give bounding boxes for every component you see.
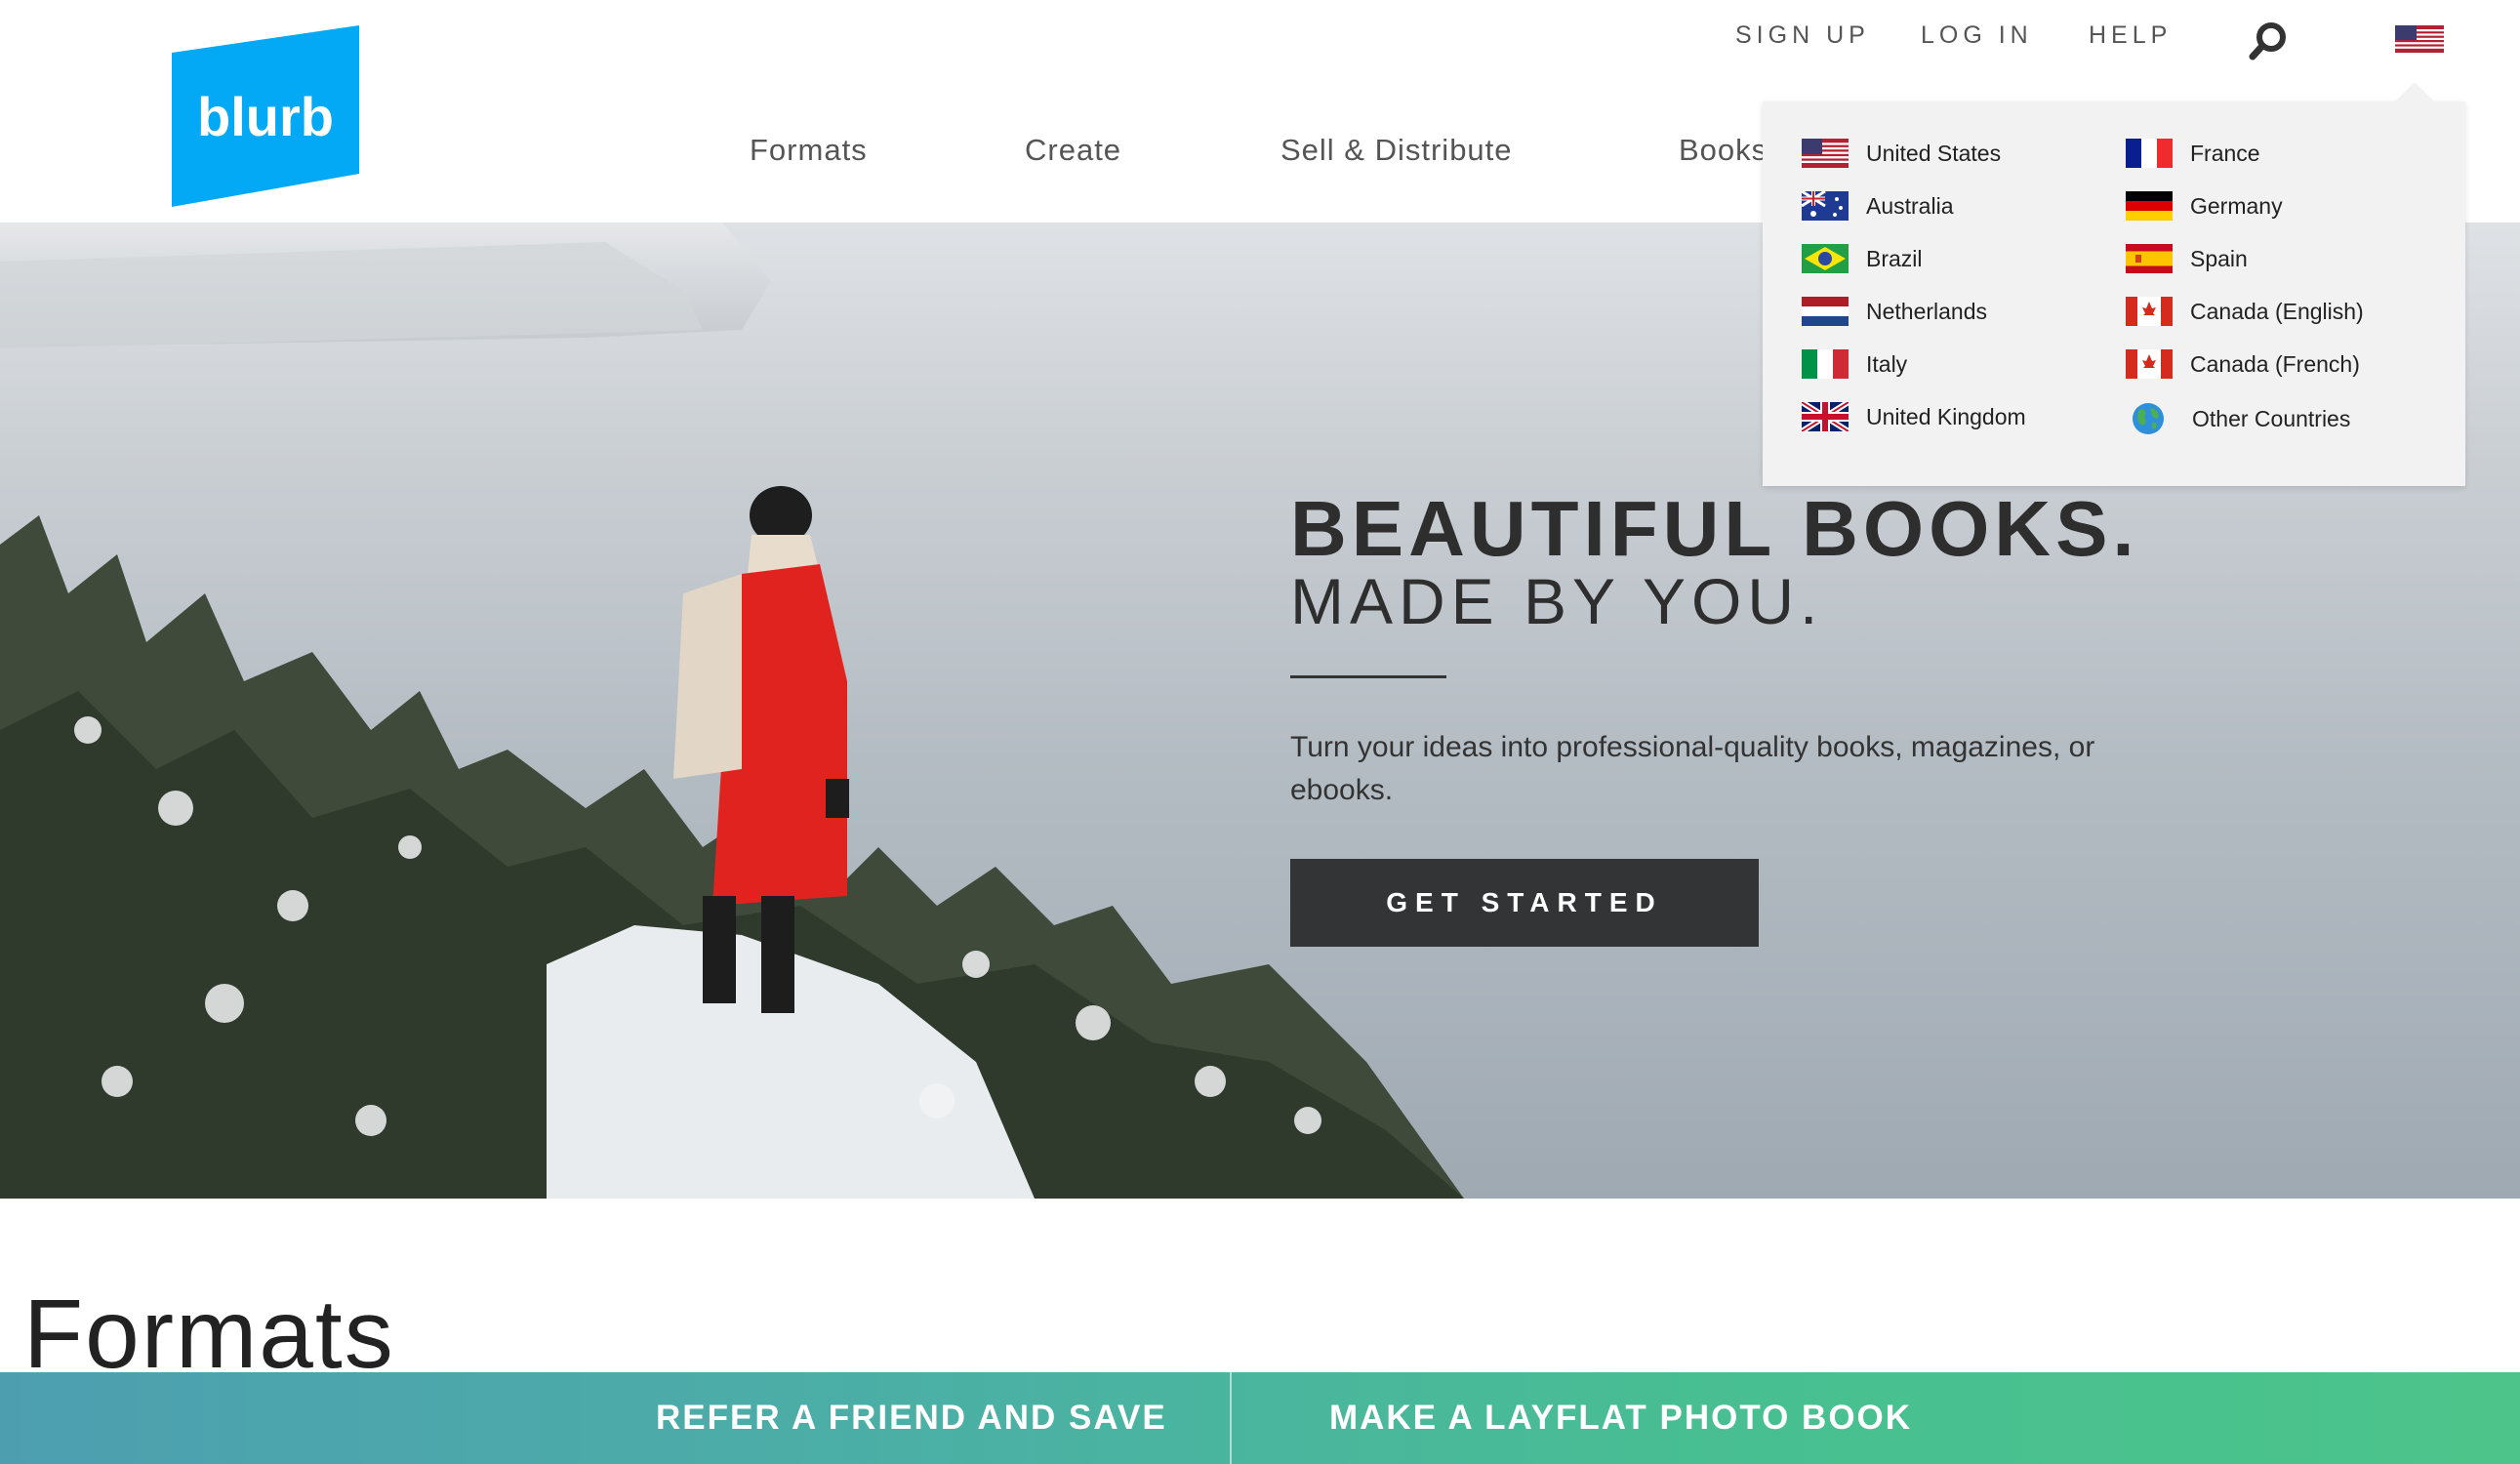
layflat-photo-book-link[interactable]: MAKE A LAYFLAT PHOTO BOOK (1329, 1372, 1912, 1464)
country-label: Germany (2190, 192, 2283, 219)
country-united-states[interactable]: United States (1802, 137, 2001, 170)
hero-title: BEAUTIFUL BOOKS. (1290, 485, 2139, 572)
country-label: Netherlands (1866, 298, 1988, 324)
country-italy[interactable]: Italy (1802, 347, 1907, 381)
uk-flag-icon (1802, 402, 1849, 431)
hero-divider (1290, 675, 1446, 678)
help-link[interactable]: HELP (2089, 21, 2172, 53)
logo-text: blurb (197, 86, 334, 147)
us-flag-icon (1802, 139, 1849, 168)
promo-divider (1230, 1372, 1232, 1464)
de-flag-icon (2126, 191, 2173, 221)
hero-subtitle: MADE BY YOU. (1290, 565, 1824, 637)
it-flag-icon (1802, 349, 1849, 379)
country-label: Other Countries (2192, 405, 2351, 431)
country-label: Canada (English) (2190, 298, 2364, 324)
country-label: Brazil (1866, 245, 1923, 271)
us-flag-icon[interactable] (2395, 25, 2444, 53)
dropdown-caret (2393, 82, 2436, 103)
br-flag-icon (1802, 244, 1849, 273)
country-label: United Kingdom (1866, 403, 2026, 429)
country-canada-english[interactable]: Canada (English) (2126, 295, 2364, 328)
country-label: Spain (2190, 245, 2248, 271)
es-flag-icon (2126, 244, 2173, 273)
au-flag-icon (1802, 191, 1849, 221)
country-netherlands[interactable]: Netherlands (1802, 295, 1987, 328)
country-label: Australia (1866, 192, 1954, 219)
country-other[interactable]: Other Countries (2126, 402, 2350, 435)
country-brazil[interactable]: Brazil (1802, 242, 1923, 275)
refer-friend-link[interactable]: REFER A FRIEND AND SAVE (656, 1372, 1167, 1464)
country-canada-french[interactable]: Canada (French) (2126, 347, 2360, 381)
nl-flag-icon (1802, 297, 1849, 326)
get-started-button[interactable]: GET STARTED (1290, 859, 1759, 947)
promo-bar: REFER A FRIEND AND SAVE MAKE A LAYFLAT P… (0, 1372, 2520, 1464)
country-label: France (2190, 140, 2260, 166)
country-australia[interactable]: Australia (1802, 189, 1953, 223)
ca-flag-icon (2126, 297, 2173, 326)
search-icon[interactable] (2247, 20, 2290, 62)
country-label: United States (1866, 140, 2002, 166)
hero-description: Turn your ideas into professional-qualit… (1290, 731, 2095, 806)
nav-formats[interactable]: Formats (750, 133, 868, 168)
country-label: Canada (French) (2190, 350, 2360, 377)
country-spain[interactable]: Spain (2126, 242, 2248, 275)
country-germany[interactable]: Germany (2126, 189, 2283, 223)
country-france[interactable]: France (2126, 137, 2260, 170)
nav-books[interactable]: Books (1679, 133, 1768, 168)
log-in-link[interactable]: LOG IN (1921, 21, 2033, 53)
country-united-kingdom[interactable]: United Kingdom (1802, 400, 2026, 433)
fr-flag-icon (2126, 139, 2173, 168)
nav-create[interactable]: Create (1025, 133, 1121, 168)
nav-sell-distribute[interactable]: Sell & Distribute (1280, 133, 1513, 168)
sign-up-link[interactable]: SIGN UP (1735, 21, 1870, 53)
ca-flag-icon (2126, 349, 2173, 379)
blurb-logo[interactable]: blurb (172, 25, 359, 207)
globe-icon (2133, 403, 2164, 434)
country-label: Italy (1866, 350, 1908, 377)
country-dropdown: United States Australia Brazil Netherlan… (1763, 102, 2465, 486)
